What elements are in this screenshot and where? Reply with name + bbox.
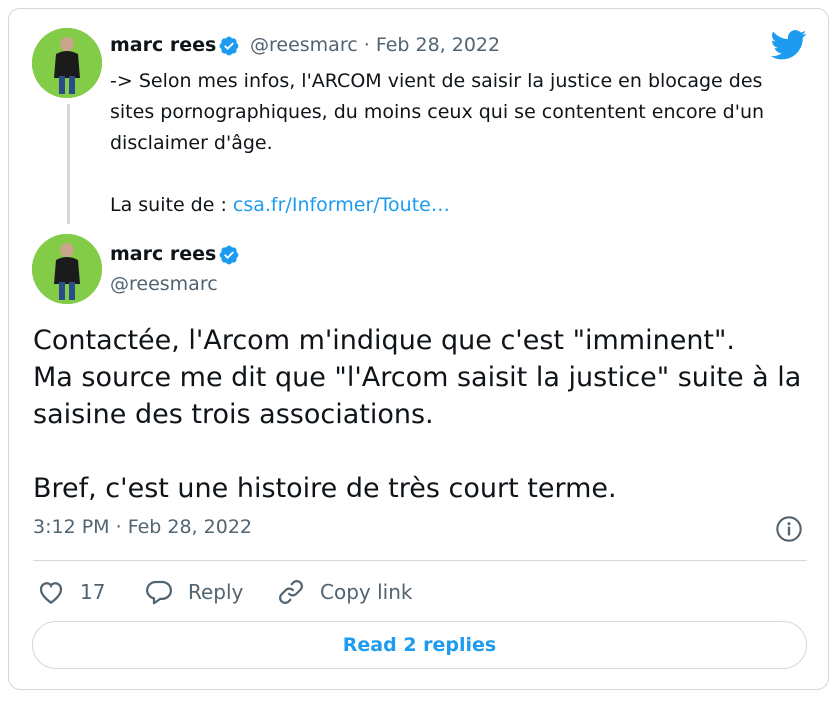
main-tweet-line: Bref, c'est une histoire de très court t…	[33, 473, 617, 504]
reply-icon	[146, 580, 172, 605]
main-author-name[interactable]: marc rees	[110, 243, 216, 265]
thread-connector-line	[67, 104, 70, 224]
main-tweet-line: Contactée, l'Arcom m'indique que c'est "…	[33, 325, 736, 356]
reply-label: Reply	[188, 580, 244, 604]
quoted-tweet-avatar[interactable]	[32, 28, 102, 98]
twitter-bird-icon[interactable]	[771, 30, 807, 60]
main-tweet-text: Contactée, l'Arcom m'indique que c'est "…	[33, 322, 813, 507]
read-replies-button[interactable]: Read 2 replies	[32, 621, 807, 669]
meta-separator: ·	[363, 34, 370, 56]
copy-link-button[interactable]: Copy link	[276, 576, 412, 608]
tweet-timestamp[interactable]: 3:12 PM · Feb 28, 2022	[33, 516, 252, 538]
tweet-time: 3:12 PM	[33, 516, 110, 538]
info-icon[interactable]	[775, 515, 803, 543]
quoted-author-name[interactable]: marc rees	[110, 34, 216, 56]
copy-link-icon	[279, 580, 303, 604]
copy-link-label: Copy link	[320, 580, 413, 604]
quoted-tweet-text: -> Selon mes infos, l'ARCOM vient de sai…	[110, 66, 810, 221]
like-count: 17	[80, 580, 106, 604]
action-divider	[33, 560, 807, 561]
heart-icon	[39, 582, 63, 604]
csa-link[interactable]: csa.fr/Informer/Toute…	[233, 194, 450, 216]
quoted-handle[interactable]: @reesmarc	[250, 34, 358, 56]
main-handle[interactable]: @reesmarc	[110, 273, 218, 295]
meta-separator: ·	[115, 516, 122, 538]
quoted-date[interactable]: Feb 28, 2022	[376, 34, 500, 56]
quoted-handle-date: @reesmarc · Feb 28, 2022	[250, 34, 500, 56]
reply-button[interactable]: Reply	[144, 576, 243, 608]
quoted-tweet-paragraph: -> Selon mes infos, l'ARCOM vient de sai…	[110, 70, 765, 154]
like-button[interactable]: 17	[36, 576, 105, 608]
link-prefix: La suite de :	[110, 194, 233, 216]
verified-badge-icon	[219, 36, 239, 56]
main-tweet-avatar[interactable]	[32, 234, 102, 304]
quoted-tweet-link-line: La suite de : csa.fr/Informer/Toute…	[110, 190, 810, 221]
tweet-date: Feb 28, 2022	[127, 516, 252, 538]
main-tweet-line: Ma source me dit que "l'Arcom saisit la …	[33, 362, 802, 430]
verified-badge-icon	[219, 245, 239, 265]
